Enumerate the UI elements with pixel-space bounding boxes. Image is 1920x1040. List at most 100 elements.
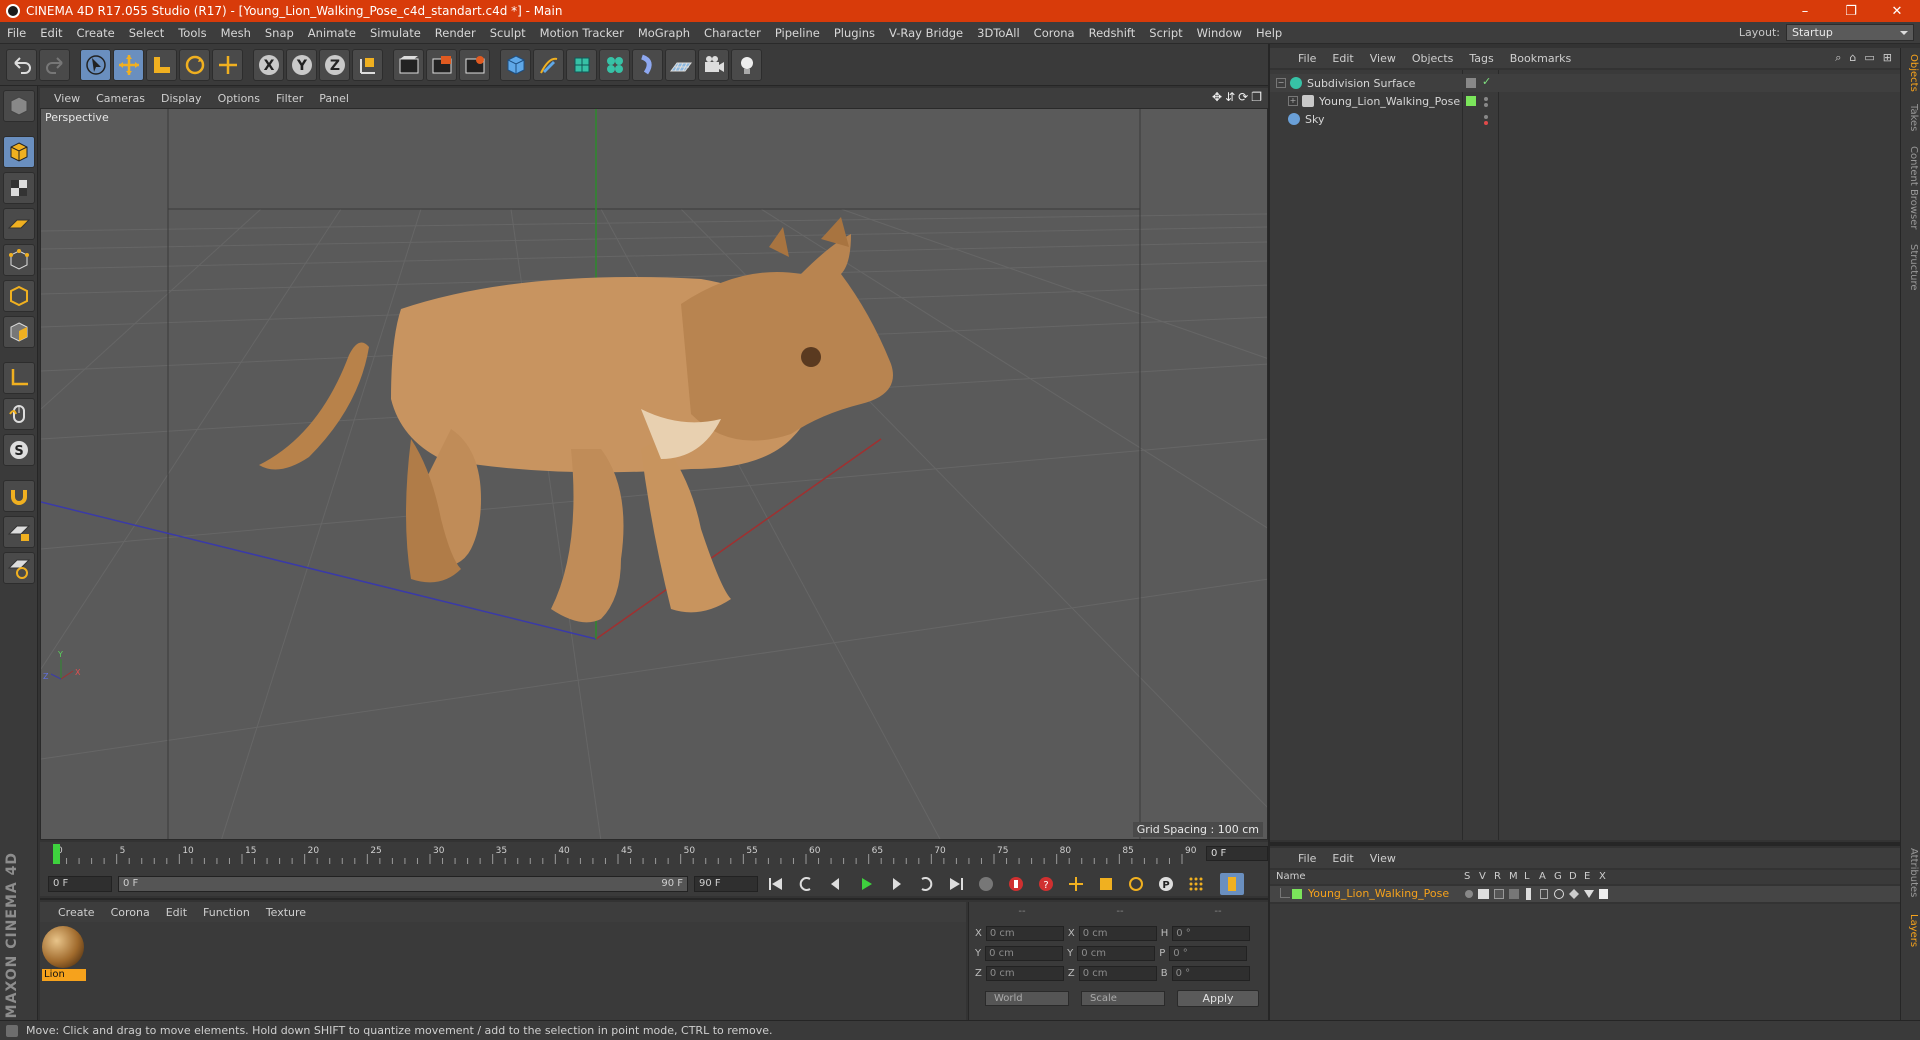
minimize-button[interactable]: – — [1782, 4, 1828, 19]
tree-expand-icon[interactable]: + — [1288, 96, 1298, 106]
locked-workplane-icon[interactable] — [2, 516, 35, 548]
polygons-mode-icon[interactable] — [2, 316, 35, 348]
layout-dropdown[interactable]: Startup — [1786, 24, 1914, 41]
render-visibility-icon[interactable] — [1484, 121, 1488, 125]
prev-frame-icon[interactable] — [824, 873, 848, 895]
viewport-menu-options[interactable]: Options — [210, 92, 268, 105]
points-mode-icon[interactable] — [2, 244, 35, 276]
object-row[interactable]: + Young_Lion_Walking_Pose — [1270, 92, 1900, 110]
material-menu-corona[interactable]: Corona — [103, 906, 158, 919]
key-parameter-icon[interactable]: P — [1154, 873, 1178, 895]
workplane-mode-icon[interactable] — [2, 208, 35, 240]
editor-visibility-icon[interactable] — [1484, 97, 1488, 101]
size-x-field[interactable]: 0 cm — [1078, 926, 1157, 941]
expand-icon[interactable]: ⊞ — [1883, 51, 1892, 65]
tree-expand-icon[interactable]: − — [1276, 78, 1286, 88]
rotate-icon[interactable] — [179, 48, 210, 81]
menu-mograph[interactable]: MoGraph — [631, 26, 697, 40]
snap-magnet-icon[interactable] — [2, 480, 35, 512]
menu-simulate[interactable]: Simulate — [363, 26, 428, 40]
layer-menu-view[interactable]: View — [1362, 852, 1404, 865]
object-menu-tags[interactable]: Tags — [1461, 52, 1501, 65]
planar-workplane-icon[interactable] — [2, 552, 35, 584]
keyframe-selection-icon[interactable]: ? — [1034, 873, 1058, 895]
end-frame-field[interactable]: 90 F — [694, 876, 758, 892]
perspective-viewport[interactable]: Y X Z Perspective Grid Spacing : 100 cm — [40, 108, 1268, 840]
render-settings-icon[interactable] — [459, 48, 490, 81]
object-menu-objects[interactable]: Objects — [1404, 52, 1462, 65]
menu-window[interactable]: Window — [1190, 26, 1249, 40]
layer-color-icon[interactable] — [1292, 889, 1302, 899]
scale-icon[interactable] — [146, 48, 177, 81]
model-mode-icon[interactable] — [2, 136, 35, 168]
menu-character[interactable]: Character — [697, 26, 768, 40]
layer-expressions-icon[interactable] — [1584, 890, 1594, 898]
make-editable-icon[interactable] — [2, 90, 35, 122]
material-swatch[interactable]: Lion — [42, 926, 86, 981]
solo-mode-icon[interactable]: S — [2, 434, 35, 466]
layer-deformers-icon[interactable] — [1569, 889, 1579, 899]
transform-icon[interactable] — [212, 48, 243, 81]
render-view-icon[interactable] — [393, 48, 424, 81]
y-axis-icon[interactable]: Y — [286, 48, 317, 81]
layer-animation-icon[interactable] — [1540, 889, 1548, 899]
undo-icon[interactable] — [6, 48, 37, 81]
maximize-view-icon[interactable]: ❐ — [1251, 90, 1262, 104]
zoom-view-icon[interactable]: ⇵ — [1225, 90, 1235, 104]
key-position-icon[interactable] — [1064, 873, 1088, 895]
viewport-menu-panel[interactable]: Panel — [311, 92, 357, 105]
menu-script[interactable]: Script — [1142, 26, 1189, 40]
autokey-icon[interactable] — [1004, 873, 1028, 895]
menu-corona[interactable]: Corona — [1027, 26, 1082, 40]
object-menu-view[interactable]: View — [1362, 52, 1404, 65]
record-active-icon[interactable] — [974, 873, 998, 895]
key-pla-icon[interactable] — [1184, 873, 1208, 895]
viewport-menu-view[interactable]: View — [46, 92, 88, 105]
key-rotation-icon[interactable] — [1124, 873, 1148, 895]
edges-mode-icon[interactable] — [2, 280, 35, 312]
camera-icon[interactable] — [698, 48, 729, 81]
object-menu-file[interactable]: File — [1290, 52, 1324, 65]
rotation-p-field[interactable]: 0 ° — [1169, 946, 1248, 961]
texture-mode-icon[interactable] — [2, 172, 35, 204]
prev-key-icon[interactable] — [794, 873, 818, 895]
layer-visible-icon[interactable] — [1478, 889, 1489, 899]
object-row[interactable]: − Subdivision Surface ✓ — [1270, 74, 1900, 92]
tab-content-browser[interactable]: Content Browser — [1903, 146, 1919, 229]
next-frame-icon[interactable] — [884, 873, 908, 895]
layer-xref-icon[interactable] — [1599, 889, 1608, 899]
viewport-menu-filter[interactable]: Filter — [268, 92, 311, 105]
menu-snap[interactable]: Snap — [258, 26, 301, 40]
select-arrow-icon[interactable] — [80, 48, 111, 81]
menu-plugins[interactable]: Plugins — [827, 26, 882, 40]
apply-button[interactable]: Apply — [1177, 990, 1259, 1007]
position-x-field[interactable]: 0 cm — [985, 926, 1064, 941]
menu-3dtoall[interactable]: 3DToAll — [970, 26, 1027, 40]
position-y-field[interactable]: 0 cm — [985, 946, 1064, 961]
tab-attributes[interactable]: Attributes — [1903, 848, 1919, 897]
layer-render-icon[interactable] — [1494, 889, 1504, 899]
cube-icon[interactable] — [500, 48, 531, 81]
layer-lock-icon[interactable] — [1526, 888, 1531, 900]
rotation-b-field[interactable]: 0 ° — [1171, 966, 1250, 981]
redo-icon[interactable] — [39, 48, 70, 81]
start-frame-field[interactable]: 0 F — [48, 876, 112, 892]
z-axis-icon[interactable]: Z — [319, 48, 350, 81]
floor-icon[interactable] — [665, 48, 696, 81]
tab-layers[interactable]: Layers — [1903, 914, 1919, 947]
layer-manager-icon[interactable] — [1509, 889, 1519, 899]
object-row[interactable]: Sky — [1270, 110, 1900, 128]
menu-pipeline[interactable]: Pipeline — [768, 26, 827, 40]
tab-structure[interactable]: Structure — [1903, 244, 1919, 291]
layer-row[interactable]: Young_Lion_Walking_Pose — [1270, 886, 1900, 902]
size-mode-dropdown[interactable]: Scale — [1081, 991, 1165, 1006]
menu-mesh[interactable]: Mesh — [214, 26, 258, 40]
collapse-icon[interactable]: ▭ — [1864, 51, 1874, 65]
tab-objects[interactable]: Objects — [1903, 54, 1919, 92]
coordinate-space-dropdown[interactable]: World — [985, 991, 1069, 1006]
preview-range-slider[interactable]: 0 F 90 F — [118, 876, 688, 892]
key-scale-icon[interactable] — [1094, 873, 1118, 895]
light-icon[interactable] — [731, 48, 762, 81]
timeline-scheme-icon[interactable] — [1220, 873, 1244, 895]
tweak-mode-icon[interactable] — [2, 398, 35, 430]
